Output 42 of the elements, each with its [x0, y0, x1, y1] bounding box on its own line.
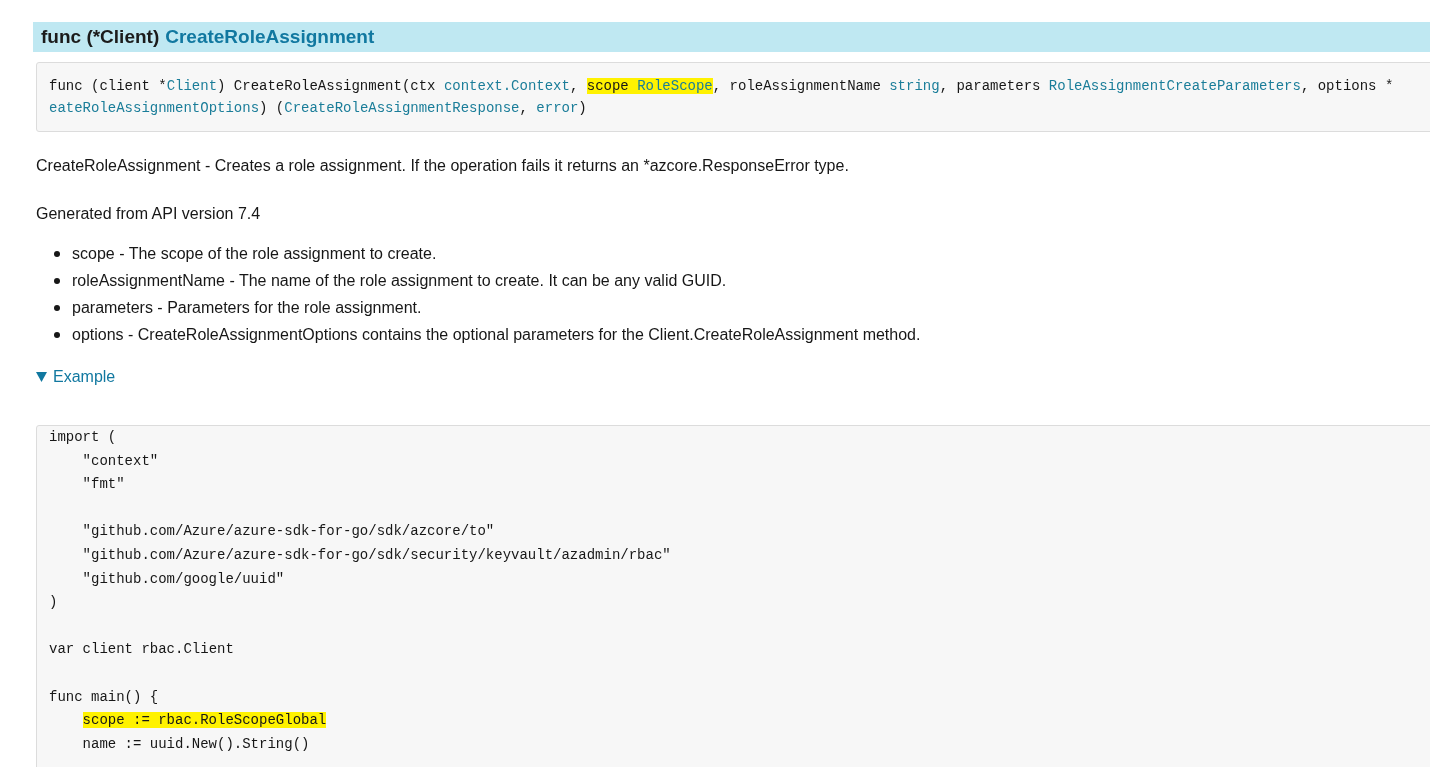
code-text: , parameters: [939, 78, 1042, 94]
code-text: CreateRoleAssignmentResponse: [284, 100, 520, 116]
code-text: error: [536, 100, 579, 116]
code-text: name := uuid.New().String(): [82, 735, 310, 752]
code-text: ): [49, 594, 58, 611]
code-text: context.Context: [443, 78, 570, 94]
parameter-description: options - CreateRoleAssignmentOptions contains the optional parameters for the Client.CreateRoleAssignment method.: [72, 324, 921, 345]
code-text: ,: [569, 78, 580, 94]
code-text: "context": [82, 452, 159, 469]
caret-down-icon: [36, 372, 47, 382]
code-text: func main() {: [49, 688, 159, 705]
parameter-description: roleAssignmentName - The name of the role assignment to create. It can be any valid GUID.: [72, 270, 727, 291]
code-text: ): [578, 100, 587, 116]
bullet-icon: [54, 277, 60, 284]
description-text: CreateRoleAssignment - Creates a role assignment. If the operation fails it returns an *azcore.ResponseError type.: [36, 156, 850, 176]
bullet-icon: [54, 331, 60, 338]
code-text: "github.com/Azure/azure-sdk-for-go/sdk/security/keyvault/azadmin/rbac": [82, 546, 671, 563]
bullet-icon: [54, 304, 60, 311]
code-text: ) CreateRoleAssignment(ctx: [217, 78, 437, 94]
code-text: Client: [166, 78, 218, 94]
parameter-description: scope - The scope of the role assignment to create.: [72, 243, 437, 264]
code-text: string: [889, 78, 940, 94]
code-text: eateRoleAssignmentOptions: [49, 100, 260, 116]
code-text: "github.com/Azure/azure-sdk-for-go/sdk/azcore/to": [82, 523, 495, 540]
code-text: , roleAssignmentName: [712, 78, 882, 94]
code-text: ,: [519, 100, 529, 116]
bullet-icon: [54, 250, 60, 257]
highlighted-code: RoleScope: [637, 78, 713, 94]
parameter-description: parameters - Parameters for the role assignment.: [72, 297, 422, 318]
code-text: var client rbac.Client: [49, 641, 234, 658]
code-text: func (client *: [49, 78, 167, 94]
example-toggle[interactable]: Example: [36, 365, 116, 389]
code-text: import (: [49, 429, 117, 445]
code-text: ) (: [259, 100, 285, 116]
code-text: RoleAssignmentCreateParameters: [1048, 78, 1301, 94]
section-heading: func (*Client) CreateRoleAssignment: [33, 22, 1430, 52]
api-version-text: Generated from API version 7.4: [36, 204, 262, 224]
highlighted-code: scope: [586, 78, 638, 94]
code-text: "fmt": [82, 476, 125, 493]
code-text: , options *: [1300, 78, 1394, 94]
code-text: "github.com/google/uuid": [82, 570, 285, 587]
highlighted-code: scope := rbac.RoleScopeGlobal: [82, 712, 327, 729]
